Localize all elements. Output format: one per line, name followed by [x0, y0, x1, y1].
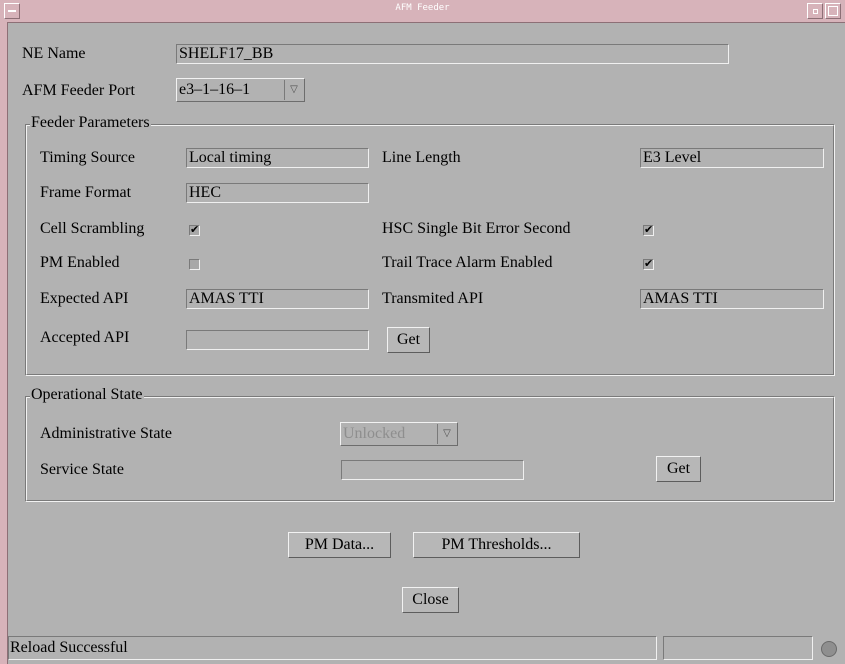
cell-scrambling-checkbox[interactable]: ✔ — [189, 225, 200, 236]
pm-data-button[interactable]: PM Data... — [288, 532, 391, 558]
window-title: AFM Feeder — [395, 3, 450, 13]
service-state-label: Service State — [40, 461, 124, 478]
accepted-api-field[interactable] — [186, 330, 369, 350]
accepted-api-label: Accepted API — [40, 329, 130, 346]
dropdown-arrow-icon: ▽ — [437, 424, 456, 444]
expected-api-label: Expected API — [40, 290, 129, 307]
status-light-icon — [821, 641, 837, 657]
get-service-state-button[interactable]: Get — [656, 456, 701, 482]
timing-source-field[interactable]: Local timing — [186, 148, 369, 168]
feeder-port-label: AFM Feeder Port — [22, 82, 135, 99]
operational-state-legend: Operational State — [30, 385, 144, 405]
afm-feeder-window: AFM Feeder NE Name SHELF17_BB AFM Feeder… — [0, 0, 845, 664]
hsc-single-bit-checkbox[interactable]: ✔ — [643, 225, 654, 236]
pm-enabled-label: PM Enabled — [40, 254, 120, 271]
get-accepted-api-button[interactable]: Get — [387, 327, 430, 353]
pm-thresholds-button[interactable]: PM Thresholds... — [413, 532, 580, 558]
title-bar[interactable]: AFM Feeder — [0, 0, 845, 23]
window-border-left — [0, 22, 8, 664]
transmitted-api-field[interactable]: AMAS TTI — [640, 289, 824, 309]
dropdown-arrow-icon: ▽ — [284, 80, 303, 100]
hsc-single-bit-label: HSC Single Bit Error Second — [382, 220, 571, 237]
trail-trace-label: Trail Trace Alarm Enabled — [382, 254, 553, 271]
operational-state-group — [25, 396, 835, 502]
administrative-state-select[interactable]: Unlocked ▽ — [340, 422, 458, 446]
ne-name-field[interactable]: SHELF17_BB — [176, 44, 729, 64]
pm-enabled-checkbox[interactable] — [189, 259, 200, 270]
feeder-port-value: e3–1–16–1 — [179, 81, 251, 98]
service-state-field[interactable] — [341, 460, 524, 480]
ne-name-label: NE Name — [22, 45, 86, 62]
administrative-state-value: Unlocked — [343, 425, 406, 442]
feeder-parameters-legend: Feeder Parameters — [30, 113, 151, 133]
maximize-button[interactable] — [825, 3, 841, 19]
status-secondary-field — [663, 636, 813, 660]
frame-format-field[interactable]: HEC — [186, 183, 369, 203]
line-length-label: Line Length — [382, 149, 461, 166]
transmitted-api-label: Transmited API — [382, 290, 484, 307]
timing-source-label: Timing Source — [40, 149, 135, 166]
status-message: Reload Successful — [8, 636, 657, 660]
feeder-port-select[interactable]: e3–1–16–1 ▽ — [176, 78, 305, 102]
close-button[interactable]: Close — [402, 587, 459, 613]
administrative-state-label: Administrative State — [40, 425, 172, 442]
cell-scrambling-label: Cell Scrambling — [40, 220, 145, 237]
trail-trace-checkbox[interactable]: ✔ — [643, 259, 654, 270]
line-length-field[interactable]: E3 Level — [640, 148, 824, 168]
expected-api-field[interactable]: AMAS TTI — [186, 289, 369, 309]
frame-format-label: Frame Format — [40, 184, 132, 201]
minimize-button[interactable] — [807, 3, 823, 19]
